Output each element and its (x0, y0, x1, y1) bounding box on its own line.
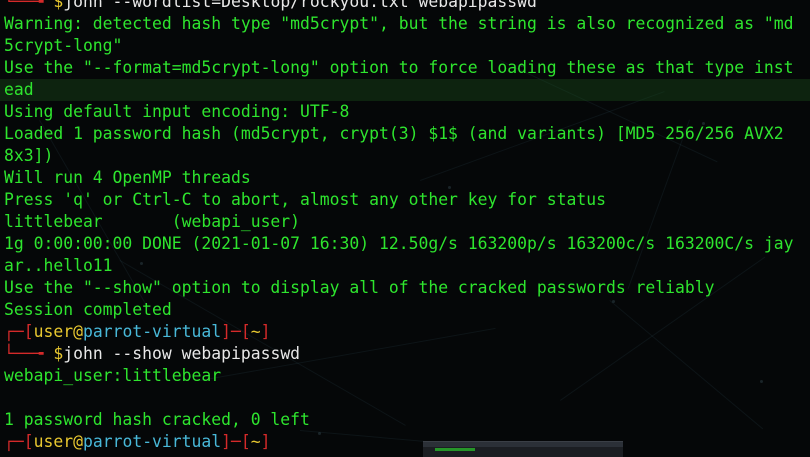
output-line: 8x3]) (4, 145, 810, 167)
prompt-host: parrot-virtual (82, 322, 222, 341)
output-line: Loaded 1 password hash (md5crypt, crypt(… (4, 123, 810, 145)
output-line: Use the "--show" option to display all o… (4, 277, 810, 299)
output-text: Warning: detected hash type "md5crypt", … (4, 14, 794, 33)
prompt-bracket: [ (23, 322, 34, 341)
output-line: Press 'q' or Ctrl-C to abort, almost any… (4, 189, 810, 211)
prompt-tree-connector: ┌─ (4, 432, 24, 451)
prompt-bracket: [ (23, 432, 34, 451)
prompt-line: ┌─[user@parrot-virtual]─[~] (4, 321, 810, 343)
output-line: Warning: detected hash type "md5crypt", … (4, 13, 810, 35)
terminal-window[interactable]: └──╼ $john --wordlist=Desktop/rockyou.tx… (0, 0, 810, 457)
thumbnail-content (435, 448, 475, 451)
output-text: ar..hello11 (4, 256, 113, 275)
output-text: Loaded 1 password hash (md5crypt, crypt(… (4, 124, 784, 143)
output-text: 8x3]) (4, 146, 54, 165)
prompt-bracket: ]─[ (221, 432, 251, 451)
prompt-tree-connector: ┌─ (4, 322, 24, 341)
output-line: 1g 0:00:00:00 DONE (2021-01-07 16:30) 12… (4, 233, 810, 255)
output-text: 5crypt-long" (4, 36, 123, 55)
output-line: Using default input encoding: UTF-8 (4, 101, 810, 123)
output-text: Will run 4 OpenMP threads (4, 168, 251, 187)
output-text: ead (4, 80, 34, 99)
output-text: Use the "--show" option to display all o… (4, 278, 715, 297)
command-text: john --wordlist=Desktop/rockyou.txt weba… (63, 0, 537, 11)
prompt-bracket: ]─[ (221, 322, 251, 341)
output-text: littlebear (webapi_user) (4, 212, 301, 231)
output-line: Session completed (4, 299, 810, 321)
prompt-bracket: ] (260, 432, 271, 451)
output-line: webapi_user:littlebear (4, 365, 810, 387)
command-text: john --show webapipasswd (63, 344, 301, 363)
prompt-bracket: ] (260, 322, 271, 341)
thumbnail-menubar (423, 442, 623, 447)
output-text: Press 'q' or Ctrl-C to abort, almost any… (4, 190, 606, 209)
prompt-cwd: ~ (250, 432, 261, 451)
output-text: Use the "--format=md5crypt-long" option … (4, 58, 794, 77)
output-line: ead (0, 79, 810, 101)
terminal-output[interactable]: └──╼ $john --wordlist=Desktop/rockyou.tx… (0, 0, 810, 453)
prompt-user: user (33, 322, 74, 341)
prompt-line: ┌─[user@parrot-virtual]─[~] (4, 431, 810, 453)
prompt-tree-connector: └──╼ (4, 0, 54, 11)
prompt-dollar: $ (53, 344, 64, 363)
command-line: └──╼ $john --show webapipasswd (4, 343, 810, 365)
output-line: Will run 4 OpenMP threads (4, 167, 810, 189)
output-line: 5crypt-long" (4, 35, 810, 57)
output-line: Use the "--format=md5crypt-long" option … (4, 57, 810, 79)
output-line: ar..hello11 (4, 255, 810, 277)
window-thumbnail-preview (423, 441, 623, 457)
output-text: 1 password hash cracked, 0 left (4, 410, 310, 429)
prompt-at: @ (73, 432, 83, 451)
prompt-dollar: $ (53, 0, 64, 11)
prompt-cwd: ~ (250, 322, 261, 341)
prompt-user: user (33, 432, 74, 451)
prompt-tree-connector: └──╼ (4, 344, 54, 363)
output-text: Using default input encoding: UTF-8 (4, 102, 350, 121)
output-text: 1g 0:00:00:00 DONE (2021-01-07 16:30) 12… (4, 234, 794, 253)
prompt-host: parrot-virtual (82, 432, 222, 451)
prompt-at: @ (73, 322, 83, 341)
command-line: └──╼ $john --wordlist=Desktop/rockyou.tx… (4, 0, 810, 13)
output-line: 1 password hash cracked, 0 left (4, 409, 810, 431)
output-line: littlebear (webapi_user) (4, 211, 810, 233)
output-text: Session completed (4, 300, 172, 319)
output-text: webapi_user:littlebear (4, 366, 222, 385)
